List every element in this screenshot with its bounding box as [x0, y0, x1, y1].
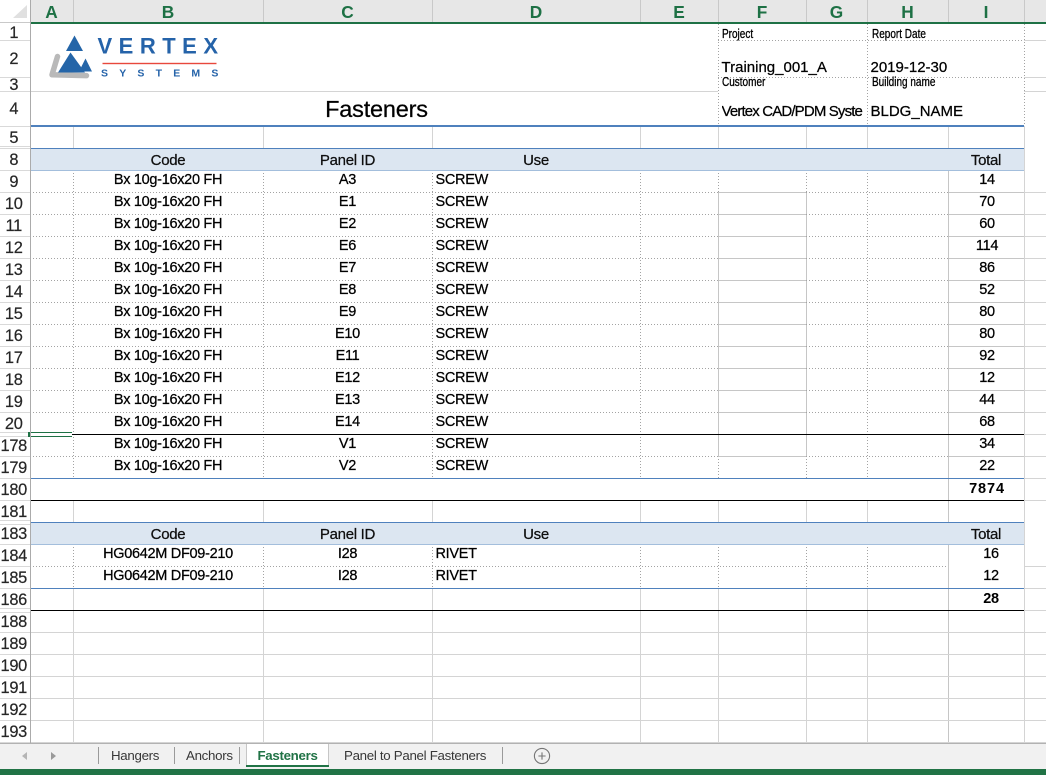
svg-text:SYSTEMS: SYSTEMS	[101, 68, 225, 80]
svg-text:VERTEX: VERTEX	[98, 34, 225, 59]
